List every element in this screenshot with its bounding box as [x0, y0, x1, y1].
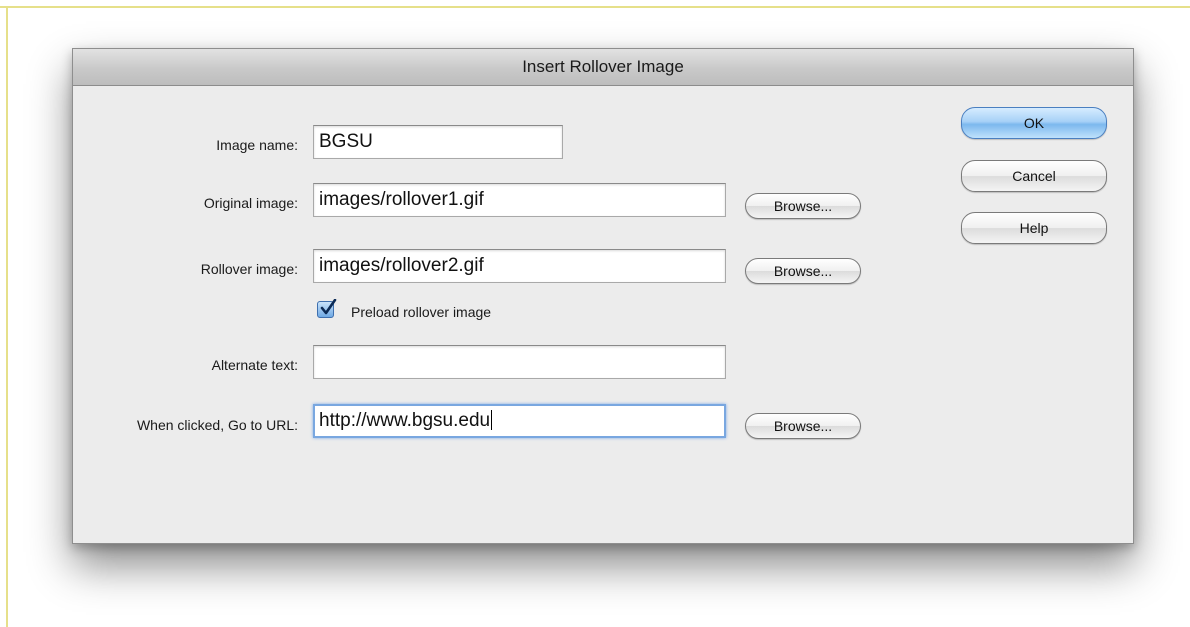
- dialog-title[interactable]: Insert Rollover Image: [73, 49, 1133, 86]
- preload-label[interactable]: Preload rollover image: [351, 304, 491, 320]
- original-image-label: Original image:: [203, 195, 298, 211]
- rollover-image-label: Rollover image:: [200, 261, 298, 277]
- ok-button[interactable]: OK: [961, 107, 1107, 139]
- image-name-label: Image name:: [216, 137, 298, 153]
- alternate-text-input[interactable]: [313, 345, 726, 379]
- rollover-image-browse-button[interactable]: Browse...: [745, 258, 861, 284]
- image-name-input[interactable]: BGSU: [313, 125, 563, 159]
- rollover-image-value: images/rollover2.gif: [319, 255, 484, 276]
- original-image-value: images/rollover1.gif: [319, 189, 484, 210]
- frame-border-top: [0, 6, 1190, 8]
- go-to-url-input[interactable]: http://www.bgsu.edu: [313, 404, 726, 438]
- checkmark-icon: [320, 299, 337, 315]
- original-image-input[interactable]: images/rollover1.gif: [313, 183, 726, 217]
- go-to-url-label: When clicked, Go to URL:: [136, 417, 298, 433]
- cancel-button[interactable]: Cancel: [961, 160, 1107, 192]
- go-to-url-value: http://www.bgsu.edu: [319, 410, 491, 431]
- insert-rollover-image-dialog: Insert Rollover Image Image name: BGSU O…: [72, 48, 1134, 544]
- original-image-browse-button[interactable]: Browse...: [745, 193, 861, 219]
- help-button[interactable]: Help: [961, 212, 1107, 244]
- rollover-image-input[interactable]: images/rollover2.gif: [313, 249, 726, 283]
- image-name-value: BGSU: [319, 131, 373, 152]
- frame-border-left: [6, 6, 8, 627]
- text-caret: [491, 410, 493, 430]
- alternate-text-label: Alternate text:: [211, 357, 298, 373]
- go-to-url-browse-button[interactable]: Browse...: [745, 413, 861, 439]
- preload-checkbox[interactable]: [317, 299, 337, 318]
